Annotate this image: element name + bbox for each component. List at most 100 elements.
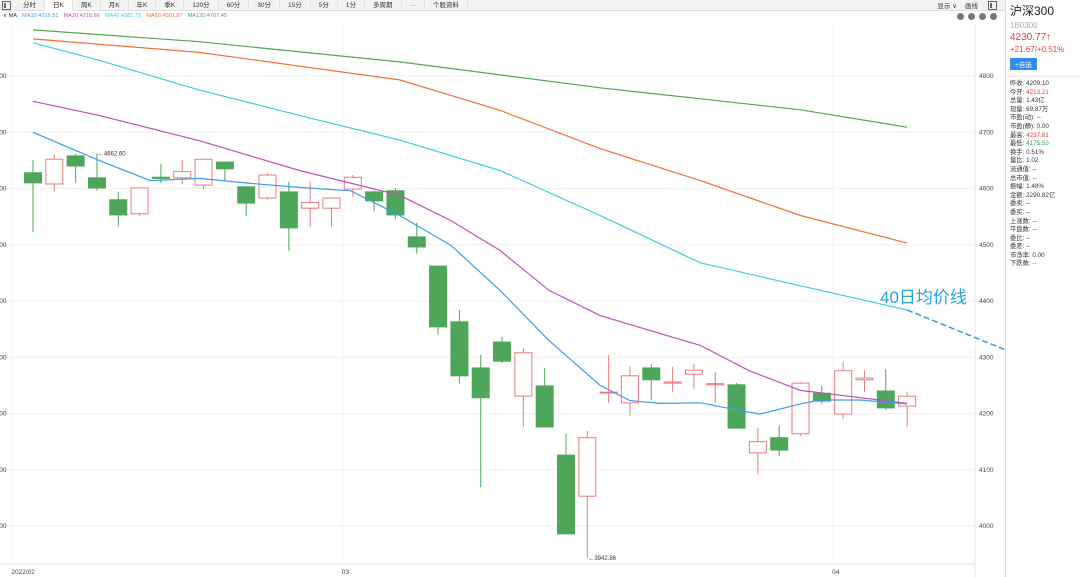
candle-up xyxy=(322,196,341,227)
stat-value: 1.48% xyxy=(1026,183,1044,191)
stat-row: 平盘数: -- xyxy=(1010,226,1080,235)
stat-label: 总市值: xyxy=(1010,174,1033,182)
stat-label: 现量: xyxy=(1010,105,1027,113)
candle-up xyxy=(45,154,64,191)
panel-layout-icon[interactable] xyxy=(988,0,997,10)
candle-up xyxy=(194,158,213,190)
stat-label: 换手: xyxy=(1010,148,1027,156)
tab-period[interactable]: 年K xyxy=(129,0,157,11)
display-menu[interactable]: 显示 ∨ xyxy=(937,0,957,10)
zoom-in-icon[interactable] xyxy=(968,13,975,20)
tab-period[interactable]: 60分 xyxy=(219,0,250,11)
y-tick-label-left: 4800 xyxy=(0,73,7,80)
candle-body xyxy=(514,352,533,397)
x-tick-label: 04 xyxy=(832,569,840,576)
candlestick-chart[interactable]: 4000 4000 4100 4100 4200 4200 4300 4300 4400 4400… xyxy=(0,24,1005,577)
stat-label: 昨收: xyxy=(1010,80,1027,87)
stat-row: 今开: 4213.21 xyxy=(1010,89,1080,98)
candle-body xyxy=(24,172,42,184)
y-tick-label: 4800 xyxy=(979,73,994,80)
tab-period[interactable]: 个股资料 xyxy=(425,0,469,11)
stat-value: -- xyxy=(1036,114,1041,122)
x-tick-label: 2022/02 xyxy=(11,569,35,576)
candle-down xyxy=(770,425,789,457)
stat-row: 委比: -- xyxy=(1010,235,1080,244)
tab-period[interactable]: 1分 xyxy=(338,0,366,11)
stat-value: -- xyxy=(1026,200,1031,208)
low-annotation: ←3942.86 xyxy=(588,556,616,562)
y-tick-label: 4100 xyxy=(979,467,994,474)
tab-period[interactable]: 分时 xyxy=(15,0,45,11)
candle-down xyxy=(535,367,554,428)
y-tick-label-left: 4500 xyxy=(0,242,7,249)
stat-label: 委比: xyxy=(1010,234,1027,242)
ma-line-ma40 xyxy=(32,42,908,311)
stat-label: 总量: xyxy=(1010,97,1027,105)
candle-up xyxy=(684,364,703,389)
candle-body xyxy=(237,186,256,204)
stat-label: 平盘数: xyxy=(1010,226,1033,234)
stat-label: 上涨数: xyxy=(1010,217,1033,225)
stat-value: 0.00 xyxy=(1032,251,1045,259)
candle-body xyxy=(258,174,277,199)
candle-body xyxy=(557,454,575,535)
y-tick-label: 4400 xyxy=(979,298,994,305)
stat-label: 流通值: xyxy=(1010,165,1033,173)
ma-line-ma10 xyxy=(32,131,908,415)
stat-value: -- xyxy=(1032,165,1037,173)
candle-body xyxy=(322,197,341,209)
candle-body xyxy=(578,437,597,497)
tab-period[interactable]: 季K xyxy=(156,0,185,11)
candle-body xyxy=(194,158,213,186)
stat-value: 4237.81 xyxy=(1026,131,1049,139)
settings-icon[interactable] xyxy=(990,13,997,20)
tab-period[interactable]: 月K xyxy=(101,0,129,11)
stat-row: 最高: 4237.81 xyxy=(1010,132,1080,141)
tab-period[interactable]: 15分 xyxy=(280,0,311,11)
tab-period[interactable]: 日K xyxy=(45,0,73,11)
candle-up xyxy=(706,371,725,403)
candle-body xyxy=(706,383,725,386)
tab-period[interactable]: 多周期 xyxy=(365,0,402,11)
candle-up xyxy=(748,428,767,475)
stat-label: 市盈(静): xyxy=(1010,122,1037,130)
stat-row: 最低: 4175.53 xyxy=(1010,140,1080,149)
tab-period[interactable]: ··· xyxy=(402,0,426,11)
ma-toggle[interactable]: ∨ MA xyxy=(3,13,17,19)
y-tick-label: 4000 xyxy=(979,523,994,530)
candle-down xyxy=(109,191,128,227)
tab-period[interactable]: 周K xyxy=(73,0,101,11)
sidebar-toggle-icon[interactable] xyxy=(2,0,11,10)
candle-down xyxy=(24,159,42,232)
stat-row: 振幅: 1.48% xyxy=(1010,183,1080,192)
tab-period[interactable]: 30分 xyxy=(249,0,281,11)
stat-row: 流通值: -- xyxy=(1010,166,1080,175)
candle-body xyxy=(493,341,512,362)
candle-down xyxy=(727,383,746,429)
zoom-out-icon[interactable] xyxy=(957,13,964,20)
candle-up xyxy=(855,370,874,393)
stat-label: 下跌数: xyxy=(1010,260,1033,268)
candle-body xyxy=(215,161,234,170)
high-annotation: ←4662.60 xyxy=(98,151,126,157)
candle-up xyxy=(578,430,597,559)
y-tick-label-left: 4700 xyxy=(0,129,7,136)
tab-period[interactable]: 120分 xyxy=(184,0,219,11)
stat-row: 下跌数: -- xyxy=(1010,260,1080,269)
candle-body xyxy=(748,441,767,454)
add-favorite-button[interactable]: +自选 xyxy=(1010,58,1037,70)
candle-down xyxy=(642,364,661,400)
y-tick-label-left: 4600 xyxy=(0,186,7,193)
tab-period[interactable]: 5分 xyxy=(311,0,338,11)
stat-value: -- xyxy=(1032,260,1037,268)
stat-value: 1.43亿 xyxy=(1026,97,1045,105)
candle-body xyxy=(855,377,874,381)
candle-down xyxy=(471,355,490,488)
draw-line-button[interactable]: 画线 xyxy=(965,0,978,10)
stat-label: 今开: xyxy=(1010,88,1027,96)
candle-up xyxy=(343,175,362,197)
candle-down xyxy=(279,181,298,251)
ma40-projection-line xyxy=(906,309,1005,351)
y-tick-label: 4700 xyxy=(979,129,994,136)
move-left-icon[interactable] xyxy=(979,13,986,20)
